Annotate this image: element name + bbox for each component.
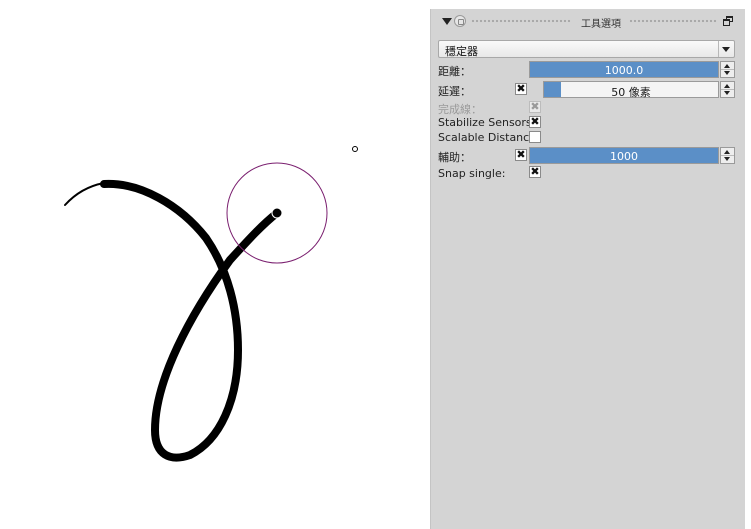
delay-slider[interactable]: 50 像素	[543, 81, 719, 99]
delay-label: 延遲：	[438, 85, 471, 98]
title-grip	[629, 19, 717, 23]
panel-titlebar: 工具選項	[431, 9, 745, 35]
delay-checkbox[interactable]: ✖	[515, 83, 527, 95]
assist-label: 輔助：	[438, 151, 471, 164]
assist-checkbox[interactable]: ✖	[515, 149, 527, 161]
float-window-icon[interactable]	[723, 16, 733, 26]
chevron-down-icon[interactable]	[718, 41, 734, 57]
assist-value: 1000	[610, 150, 638, 163]
assist-slider[interactable]: 1000	[529, 147, 719, 164]
distance-value: 1000.0	[604, 64, 644, 77]
delay-spinner[interactable]	[720, 81, 735, 98]
spin-up-icon[interactable]	[721, 82, 734, 90]
spin-down-icon[interactable]	[721, 70, 734, 77]
distance-slider[interactable]: 1000.0	[529, 61, 719, 78]
spin-up-icon[interactable]	[721, 148, 734, 156]
assist-spinner[interactable]	[720, 147, 735, 164]
cursor-outline-icon	[352, 146, 358, 152]
spin-down-icon[interactable]	[721, 156, 734, 163]
snap-single-label: Snap single:	[438, 167, 506, 180]
stabilize-sensors-checkbox[interactable]: ✖	[529, 116, 541, 128]
distance-label: 距離：	[438, 65, 471, 78]
tool-options-panel: 工具選項 穩定器 距離： 1000.0 延遲： ✖ 50 像素 完成線： ✖ S…	[430, 9, 745, 529]
stabilizer-mode-select[interactable]: 穩定器	[438, 40, 735, 58]
scalable-distance-checkbox[interactable]	[529, 131, 541, 143]
brush-stroke	[100, 179, 281, 462]
scalable-distance-label: Scalable Distance:	[438, 131, 540, 144]
canvas-drawing	[64, 146, 358, 462]
drawing-canvas[interactable]	[0, 0, 430, 529]
distance-spinner[interactable]	[720, 61, 735, 78]
snap-single-checkbox[interactable]: ✖	[529, 166, 541, 178]
thin-stroke-tail	[64, 182, 105, 206]
delay-value: 50 像素	[611, 86, 651, 99]
title-grip	[471, 19, 571, 23]
spin-down-icon[interactable]	[721, 90, 734, 97]
stabilize-sensors-label: Stabilize Sensors:	[438, 116, 536, 129]
panel-title: 工具選項	[581, 19, 621, 30]
brush-cursor	[271, 207, 283, 219]
finish-line-checkbox[interactable]: ✖	[529, 101, 541, 113]
stabilizer-mode-value: 穩定器	[445, 45, 478, 58]
lock-circle-icon[interactable]	[454, 15, 466, 27]
finish-line-label: 完成線：	[438, 103, 482, 116]
spin-up-icon[interactable]	[721, 62, 734, 70]
triangle-down-icon[interactable]	[442, 18, 452, 25]
